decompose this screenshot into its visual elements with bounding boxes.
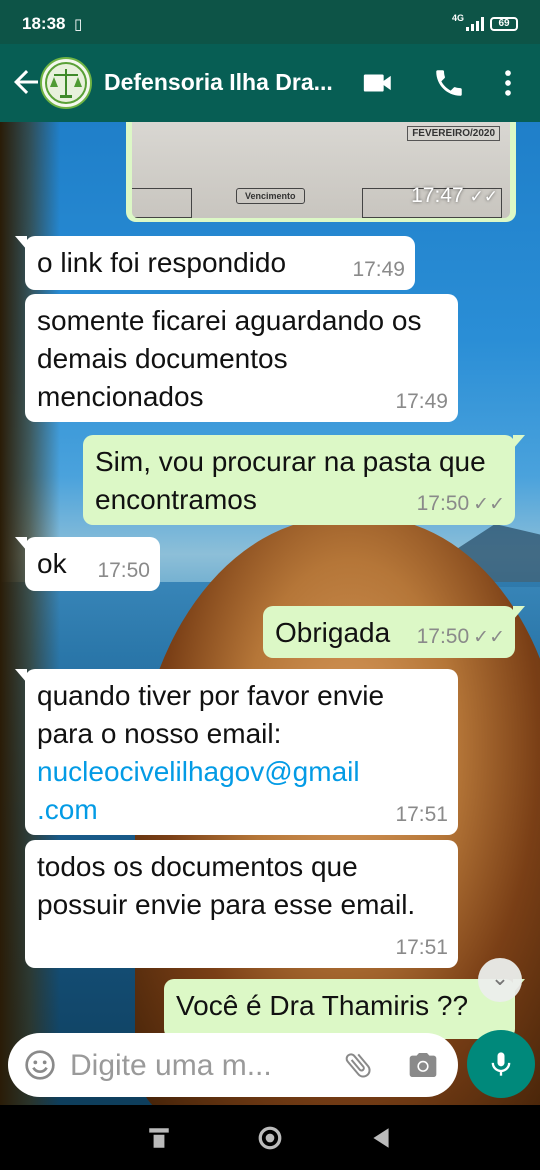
photo-label-month: FEVEREIRO/2020 — [407, 126, 500, 141]
message-text: ok — [37, 548, 67, 579]
chat-header: Defensoria Ilha Dra... — [0, 44, 540, 122]
back-arrow-icon[interactable] — [8, 64, 44, 100]
nav-back-icon[interactable] — [368, 1125, 394, 1151]
message-time: 17:49 — [395, 390, 448, 413]
scales-logo-icon — [45, 62, 87, 104]
email-link[interactable]: nucleocivelilhagov@gmail .com — [37, 753, 446, 829]
message-time: 17:49 — [352, 258, 405, 281]
message-text: todos os documentos que possuir envie pa… — [37, 851, 416, 920]
read-ticks-icon: ✓✓ — [473, 627, 505, 648]
message-text: Obrigada — [275, 617, 391, 648]
message-incoming[interactable]: quando tiver por favor envie para o noss… — [15, 669, 458, 835]
read-ticks-icon: ✓✓ — [469, 187, 499, 206]
photo-box — [132, 188, 192, 218]
nav-home-icon[interactable] — [257, 1125, 283, 1151]
message-text: quando tiver por favor envie para o noss… — [37, 680, 385, 749]
message-outgoing[interactable]: Sim, vou procurar na pasta que encontram… — [83, 435, 525, 525]
email-link-part: .com — [37, 794, 98, 825]
message-incoming[interactable]: ok 17:50 — [15, 537, 160, 591]
chat-area[interactable]: FEVEREIRO/2020 Vencimento 17:47 ✓✓ o lin… — [0, 122, 540, 1105]
read-ticks-icon: ✓✓ — [473, 494, 505, 515]
message-time: 17:51 — [395, 803, 448, 826]
composer-bar: Digite uma m... — [0, 1025, 540, 1105]
message-time: 17:50 — [97, 559, 150, 582]
image-message[interactable]: FEVEREIRO/2020 Vencimento 17:47 ✓✓ — [126, 122, 516, 222]
photo-label-due: Vencimento — [236, 188, 305, 204]
message-text: Você é Dra Thamiris ?? — [176, 990, 469, 1021]
message-outgoing[interactable]: Obrigada 17:50 ✓✓ — [263, 606, 525, 658]
status-bar: 18:38 ▯ 4G 69 — [0, 0, 540, 44]
message-input-placeholder: Digite uma m... — [70, 1049, 272, 1082]
emoji-icon[interactable] — [24, 1049, 56, 1081]
message-text: somente ficarei aguardando os demais doc… — [37, 305, 422, 412]
message-input[interactable]: Digite uma m... — [8, 1033, 458, 1097]
phone-icon[interactable] — [432, 66, 466, 100]
attach-icon[interactable] — [342, 1049, 374, 1081]
nav-recents-icon[interactable] — [146, 1125, 172, 1151]
video-call-icon[interactable] — [361, 66, 395, 100]
scroll-down-icon[interactable]: ⌄ — [478, 958, 522, 1002]
message-time: 17:50 ✓✓ — [417, 625, 505, 650]
camera-icon[interactable] — [406, 1049, 440, 1081]
network-label: 4G — [452, 13, 465, 23]
avatar[interactable] — [40, 57, 92, 109]
message-time: 17:47 ✓✓ — [411, 184, 498, 208]
message-incoming[interactable]: todos os documentos que possuir envie pa… — [25, 840, 458, 968]
message-incoming[interactable]: somente ficarei aguardando os demais doc… — [25, 294, 458, 422]
message-text: o link foi respondido — [37, 247, 287, 278]
chat-title[interactable]: Defensoria Ilha Dra... — [104, 69, 333, 96]
battery-icon: 69 — [490, 17, 518, 31]
signal-icon — [466, 17, 484, 31]
message-time: 17:51 — [395, 936, 448, 959]
message-time-value: 17:47 — [411, 184, 464, 207]
system-nav-bar — [0, 1105, 540, 1170]
document-photo[interactable]: FEVEREIRO/2020 Vencimento 17:47 ✓✓ — [132, 122, 510, 218]
message-incoming[interactable]: o link foi respondido 17:49 — [15, 236, 415, 290]
vibrate-icon: ▯ — [74, 16, 83, 33]
mic-button[interactable] — [467, 1030, 535, 1098]
message-time-value: 17:50 — [416, 492, 470, 515]
message-time-value: 17:50 — [416, 625, 470, 648]
more-vert-icon[interactable] — [491, 66, 525, 100]
message-time: 17:50 ✓✓ — [417, 492, 505, 517]
status-time: 18:38 — [22, 14, 66, 33]
email-link-part: nucleocivelilhagov@gmail — [37, 756, 360, 787]
mic-icon — [491, 1052, 511, 1076]
